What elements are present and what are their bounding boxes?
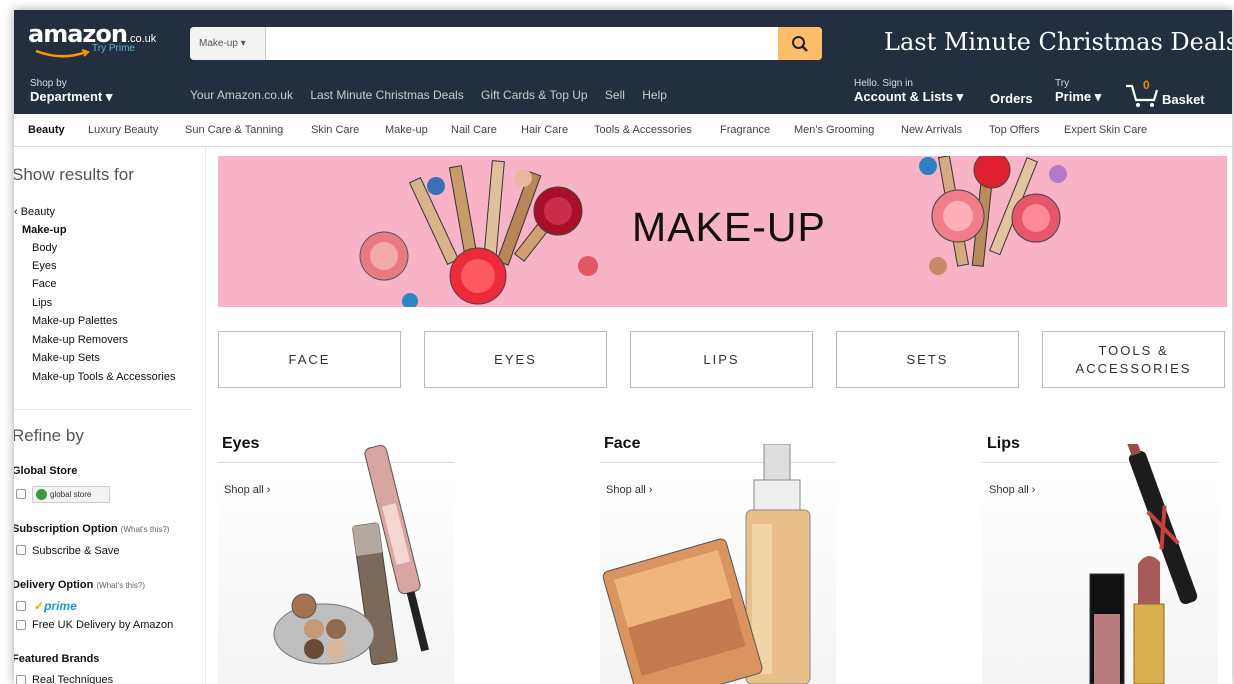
- prime-logo: ✓prime: [34, 599, 77, 613]
- tile-sets[interactable]: SETS: [836, 331, 1019, 388]
- subscription-heading: Subscription Option (What's this?): [14, 523, 169, 535]
- lips-products-image[interactable]: [978, 444, 1218, 684]
- subnav-beauty[interactable]: Beauty: [28, 124, 65, 136]
- basket-button[interactable]: 0 Basket: [1124, 78, 1228, 110]
- search-bar: Make-up ▾: [190, 27, 822, 60]
- dept-line1: Shop by: [30, 78, 67, 89]
- subscribe-save-label[interactable]: Subscribe & Save: [32, 545, 119, 557]
- subnav-top-offers[interactable]: Top Offers: [989, 124, 1040, 136]
- delivery-whats-this[interactable]: (What's this?): [96, 581, 145, 590]
- prime-checkbox[interactable]: [16, 601, 26, 611]
- amazon-logo[interactable]: amazon.co.uk Try Prime: [28, 20, 156, 62]
- subnav-nail-care[interactable]: Nail Care: [451, 124, 497, 136]
- account-greeting: Hello. Sign in: [854, 78, 913, 89]
- global-store-badge-text: global store: [50, 490, 92, 499]
- subnav-sun-care[interactable]: Sun Care & Tanning: [185, 124, 283, 136]
- subscription-whats-this[interactable]: (What's this?): [121, 525, 170, 534]
- subnav-mens-grooming[interactable]: Men's Grooming: [794, 124, 874, 136]
- browser-frame: amazon.co.uk Try Prime Make-up ▾ Last Mi…: [14, 10, 1232, 684]
- account-label: Account & Lists ▾: [854, 89, 964, 104]
- subnav-fragrance[interactable]: Fragrance: [720, 124, 770, 136]
- subnav-skin-care[interactable]: Skin Care: [311, 124, 359, 136]
- sidebar-divider: [14, 409, 192, 410]
- prime-word: prime: [44, 599, 77, 613]
- makeup-hero-banner[interactable]: MAKE-UP: [218, 156, 1227, 307]
- nav-link-sell[interactable]: Sell: [605, 88, 625, 102]
- sidebar-item-tools[interactable]: Make-up Tools & Accessories: [32, 371, 175, 383]
- nav-links: Your Amazon.co.uk Last Minute Christmas …: [190, 88, 681, 102]
- subscription-title: Subscription Option: [14, 523, 118, 535]
- nav-belt: Shop by Department ▾ Your Amazon.co.uk L…: [14, 72, 1232, 114]
- sidebar-item-lips[interactable]: Lips: [32, 297, 52, 309]
- face-products-image[interactable]: [596, 444, 836, 684]
- free-delivery-label[interactable]: Free UK Delivery by Amazon: [32, 619, 173, 631]
- global-store-icon: [36, 489, 47, 500]
- subnav-make-up[interactable]: Make-up: [385, 124, 428, 136]
- sidebar-item-eyes[interactable]: Eyes: [32, 260, 56, 272]
- subnav-expert-skin-care[interactable]: Expert Skin Care: [1064, 124, 1147, 136]
- prime-link[interactable]: Try Prime ▾: [1055, 78, 1101, 105]
- refine-by-heading: Refine by: [14, 426, 84, 445]
- tile-tools-accessories[interactable]: TOOLS & ACCESSORIES: [1042, 331, 1225, 388]
- global-store-heading: Global Store: [14, 465, 78, 477]
- shop-by-department[interactable]: Shop by Department ▾: [30, 78, 112, 105]
- cart-icon: [1126, 84, 1159, 107]
- subscribe-save-checkbox[interactable]: [16, 545, 26, 555]
- show-results-heading: Show results for: [14, 165, 134, 184]
- sidebar-item-face[interactable]: Face: [32, 278, 56, 290]
- orders-link[interactable]: Orders: [990, 91, 1033, 106]
- eyes-products-image[interactable]: [214, 444, 454, 684]
- search-category-dropdown[interactable]: Make-up ▾: [190, 27, 266, 60]
- category-subnav: Beauty Luxury Beauty Sun Care & Tanning …: [14, 114, 1232, 147]
- tile-eyes[interactable]: EYES: [424, 331, 607, 388]
- real-techniques-checkbox[interactable]: [16, 675, 26, 684]
- tile-lips[interactable]: LIPS: [630, 331, 813, 388]
- basket-label: Basket: [1162, 92, 1205, 107]
- amazon-smile-icon: [35, 49, 90, 58]
- account-lists[interactable]: Hello. Sign in Account & Lists ▾: [854, 78, 963, 105]
- refinements-sidebar: Show results for ‹ Beauty Make-up Body E…: [14, 147, 206, 684]
- prime-try: Try: [1055, 78, 1070, 89]
- sidebar-item-sets[interactable]: Make-up Sets: [32, 352, 100, 364]
- christmas-deals-promo[interactable]: Last Minute Christmas Deals: [884, 28, 1232, 56]
- nav-link-christmas-deals[interactable]: Last Minute Christmas Deals: [310, 88, 463, 102]
- prime-check-icon: ✓: [34, 599, 45, 613]
- search-icon: [792, 36, 808, 52]
- search-button[interactable]: [778, 27, 822, 60]
- delivery-title: Delivery Option: [14, 579, 94, 591]
- basket-count: 0: [1143, 78, 1150, 92]
- global-store-badge: global store: [32, 486, 110, 503]
- subnav-new-arrivals[interactable]: New Arrivals: [901, 124, 962, 136]
- sidebar-item-palettes[interactable]: Make-up Palettes: [32, 315, 118, 327]
- sidebar-makeup: Make-up: [22, 224, 67, 236]
- tile-face[interactable]: FACE: [218, 331, 401, 388]
- featured-brands-heading: Featured Brands: [14, 653, 100, 665]
- nav-link-gift-cards[interactable]: Gift Cards & Top Up: [481, 88, 588, 102]
- subnav-luxury-beauty[interactable]: Luxury Beauty: [88, 124, 158, 136]
- global-store-checkbox[interactable]: [16, 489, 26, 499]
- nav-link-help[interactable]: Help: [642, 88, 667, 102]
- prime-label: Prime ▾: [1055, 89, 1102, 104]
- top-nav: amazon.co.uk Try Prime Make-up ▾ Last Mi…: [14, 10, 1232, 72]
- lipstick-bouquet-right-image: [919, 156, 1067, 275]
- free-delivery-checkbox[interactable]: [16, 620, 26, 630]
- search-input[interactable]: [266, 27, 774, 60]
- banner-title: MAKE-UP: [632, 204, 826, 250]
- try-prime-link[interactable]: Try Prime: [92, 43, 135, 54]
- nav-link-your-amazon[interactable]: Your Amazon.co.uk: [190, 88, 293, 102]
- sidebar-beauty-link[interactable]: ‹ Beauty: [14, 206, 55, 218]
- sidebar-item-body[interactable]: Body: [32, 242, 57, 254]
- real-techniques-label[interactable]: Real Techniques: [32, 674, 113, 684]
- dept-line2: Department ▾: [30, 89, 113, 104]
- subnav-tools[interactable]: Tools & Accessories: [594, 124, 692, 136]
- delivery-heading: Delivery Option (What's this?): [14, 579, 145, 591]
- subnav-hair-care[interactable]: Hair Care: [521, 124, 568, 136]
- sidebar-item-removers[interactable]: Make-up Removers: [32, 334, 128, 346]
